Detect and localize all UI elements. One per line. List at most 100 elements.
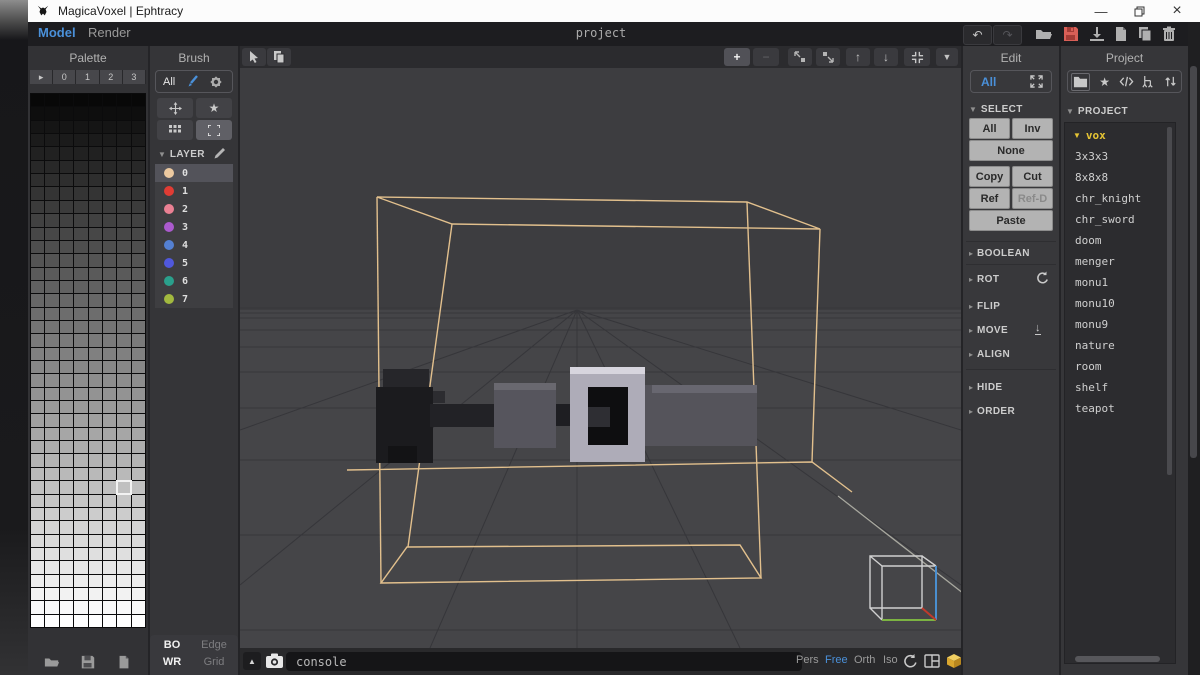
palette-swatch[interactable]: [89, 401, 102, 413]
palette-swatch[interactable]: [132, 508, 145, 520]
palette-swatch[interactable]: [132, 334, 145, 346]
project-item-shelf[interactable]: shelf: [1075, 381, 1108, 394]
palette-swatch[interactable]: [74, 601, 87, 613]
project-item-8x8x8[interactable]: 8x8x8: [1075, 171, 1108, 184]
layer-row-0[interactable]: 0: [155, 164, 233, 182]
palette-swatch[interactable]: [117, 161, 130, 173]
palette-swatch[interactable]: [45, 535, 58, 547]
palette-open-icon[interactable]: [44, 655, 60, 669]
layer-row-4[interactable]: 4: [155, 236, 233, 254]
palette-swatch[interactable]: [45, 561, 58, 573]
palette-swatch[interactable]: [89, 535, 102, 547]
palette-swatch[interactable]: [45, 334, 58, 346]
camera-mode-pers[interactable]: Pers: [796, 654, 819, 666]
palette-swatch[interactable]: [31, 428, 44, 440]
layer-row-6[interactable]: 6: [155, 272, 233, 290]
palette-swatch[interactable]: [117, 268, 130, 280]
palette-swatch[interactable]: [132, 535, 145, 547]
palette-swatch[interactable]: [89, 254, 102, 266]
window-scrollbar[interactable]: [1190, 66, 1197, 458]
model-add-button[interactable]: +: [724, 48, 750, 66]
section-rot[interactable]: ▸ ROT: [969, 274, 999, 285]
close-button[interactable]: ×: [1158, 0, 1196, 22]
palette-swatch[interactable]: [74, 361, 87, 373]
palette-swatch[interactable]: [132, 187, 145, 199]
palette-swatch[interactable]: [117, 201, 130, 213]
palette-swatch[interactable]: [117, 428, 130, 440]
palette-swatch[interactable]: [31, 535, 44, 547]
palette-swatch[interactable]: [103, 228, 116, 240]
layer-color-dot[interactable]: [164, 186, 174, 196]
palette-swatch[interactable]: [74, 187, 87, 199]
project-star-icon[interactable]: ★: [1097, 75, 1112, 89]
project-folder-icon[interactable]: [1071, 73, 1090, 91]
palette-swatch[interactable]: [60, 228, 73, 240]
palette-swatch[interactable]: [45, 508, 58, 520]
palette-swatch[interactable]: [74, 495, 87, 507]
move-down-button[interactable]: ↓: [874, 48, 898, 66]
palette-swatch[interactable]: [89, 481, 102, 493]
palette-swatch[interactable]: [89, 361, 102, 373]
palette-swatch[interactable]: [74, 588, 87, 600]
palette-swatch[interactable]: [89, 94, 102, 106]
move-up-button[interactable]: ↑: [846, 48, 870, 66]
flag-grid[interactable]: Grid: [194, 656, 234, 668]
select-ref-button[interactable]: Ref: [969, 188, 1010, 209]
palette-swatch[interactable]: [103, 481, 116, 493]
palette-swatch[interactable]: [103, 201, 116, 213]
palette-swatch[interactable]: [45, 468, 58, 480]
restore-button[interactable]: [1120, 0, 1158, 22]
palette-swatch[interactable]: [74, 401, 87, 413]
palette-swatch[interactable]: [31, 134, 44, 146]
palette-swatch[interactable]: [31, 201, 44, 213]
palette-swatch[interactable]: [103, 321, 116, 333]
project-item-monu10[interactable]: monu10: [1075, 297, 1115, 310]
palette-swatch[interactable]: [45, 94, 58, 106]
palette-swatch[interactable]: [132, 481, 145, 493]
palette-swatch[interactable]: [132, 615, 145, 627]
palette-swatch[interactable]: [117, 414, 130, 426]
palette-tab-3[interactable]: 3: [123, 70, 146, 84]
palette-swatch[interactable]: [45, 228, 58, 240]
palette-swatch[interactable]: [60, 134, 73, 146]
palette-swatch[interactable]: [31, 615, 44, 627]
palette-swatch[interactable]: [74, 94, 87, 106]
palette-swatch[interactable]: [60, 428, 73, 440]
palette-swatch[interactable]: [31, 228, 44, 240]
palette-swatch[interactable]: [117, 321, 130, 333]
palette-swatch[interactable]: [31, 548, 44, 560]
palette-swatch[interactable]: [103, 454, 116, 466]
layer-color-dot[interactable]: [164, 204, 174, 214]
palette-swatch[interactable]: [132, 468, 145, 480]
palette-swatch[interactable]: [103, 401, 116, 413]
palette-swatch[interactable]: [132, 294, 145, 306]
palette-swatch[interactable]: [132, 147, 145, 159]
palette-swatch[interactable]: [60, 308, 73, 320]
palette-swatch[interactable]: [103, 147, 116, 159]
brush-settings-gear-icon[interactable]: [209, 75, 223, 89]
palette-swatch[interactable]: [132, 107, 145, 119]
palette-swatch[interactable]: [89, 214, 102, 226]
section-move[interactable]: ▸ MOVE: [969, 325, 1008, 336]
palette-swatch[interactable]: [60, 107, 73, 119]
layer-color-dot[interactable]: [164, 222, 174, 232]
clipboard-icon[interactable]: [267, 48, 291, 66]
palette-swatch[interactable]: [89, 294, 102, 306]
edit-scope-all[interactable]: All: [981, 75, 996, 89]
palette-swatch[interactable]: [89, 348, 102, 360]
viewport-dropdown-button[interactable]: ▼: [936, 48, 958, 66]
palette-swatch[interactable]: [117, 588, 130, 600]
palette-swatch[interactable]: [117, 561, 130, 573]
palette-swatch[interactable]: [45, 268, 58, 280]
palette-swatch[interactable]: [89, 134, 102, 146]
project-item-monu9[interactable]: monu9: [1075, 318, 1108, 331]
palette-swatch[interactable]: [74, 107, 87, 119]
palette-swatch[interactable]: [103, 508, 116, 520]
palette-swatch[interactable]: [31, 361, 44, 373]
layer-color-dot[interactable]: [164, 294, 174, 304]
palette-swatch[interactable]: [103, 348, 116, 360]
project-hierarchy-icon[interactable]: [1141, 75, 1156, 89]
palette-swatch[interactable]: [74, 428, 87, 440]
select-none-button[interactable]: None: [969, 140, 1053, 161]
palette-swatch[interactable]: [132, 588, 145, 600]
